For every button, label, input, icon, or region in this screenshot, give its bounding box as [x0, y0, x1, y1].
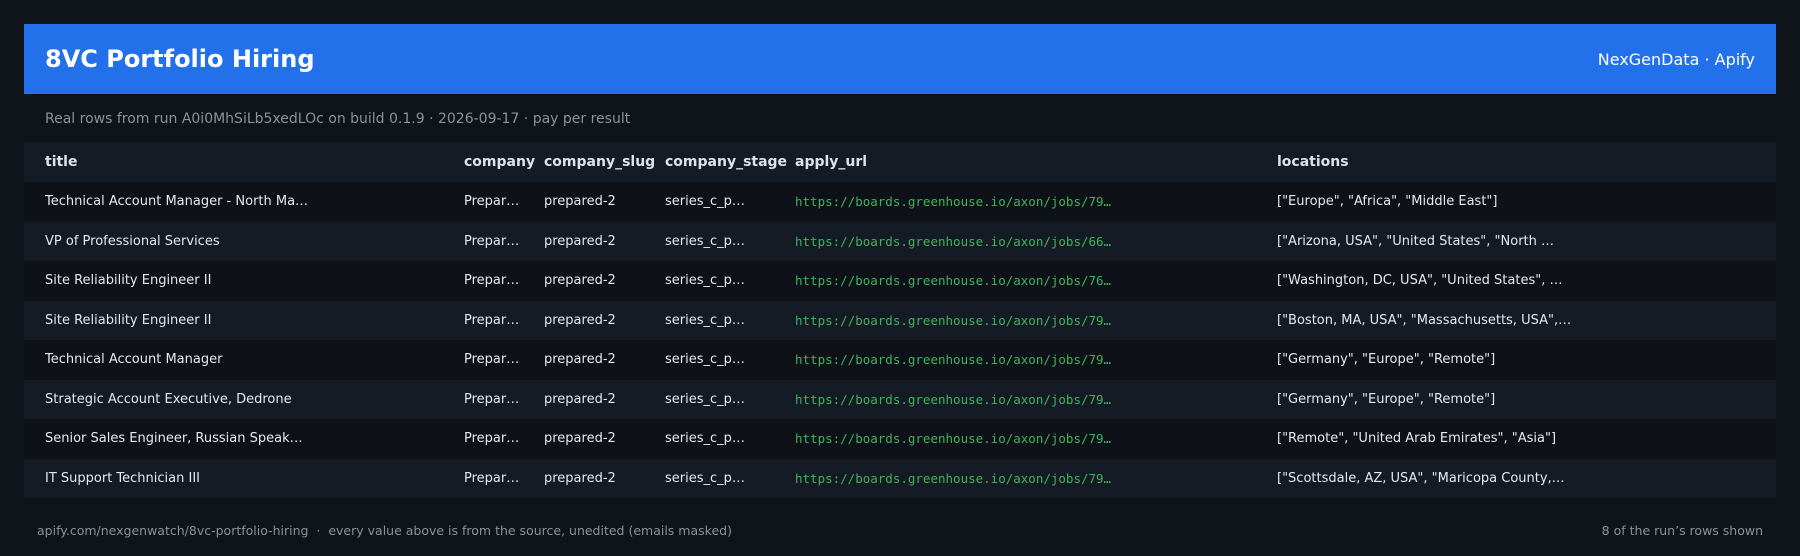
column-header-company-stage[interactable]: company_stage: [657, 142, 787, 182]
table-row: IT Support Technician III Prepar… prepared…: [24, 458, 1776, 498]
data-table: title company company_slug company_stage app…: [24, 142, 1776, 498]
cell-apply-url[interactable]: https://boards.greenhouse.io/axon/jobs/7…: [787, 458, 1269, 498]
cell-company-slug: prepared-2: [536, 340, 657, 380]
run-info: Real rows from run A0i0MhSiLb5xedLOc on …: [45, 111, 631, 127]
cell-apply-url[interactable]: https://boards.greenhouse.io/axon/jobs/7…: [787, 419, 1269, 459]
cell-apply-url[interactable]: https://boards.greenhouse.io/axon/jobs/7…: [787, 379, 1269, 419]
cell-apply-url[interactable]: https://boards.greenhouse.io/axon/jobs/7…: [787, 182, 1269, 222]
brand-label: NexGenData · Apify: [1597, 49, 1755, 69]
header-bar: 8VC Portfolio Hiring NexGenData · Apify: [24, 24, 1776, 94]
table-row: VP of Professional Services Prepar… prepar…: [24, 221, 1776, 261]
table-body: Technical Account Manager - North Ma… Pre…: [24, 182, 1776, 498]
cell-company-stage: series_c_p…: [657, 221, 787, 261]
cell-apply-url[interactable]: https://boards.greenhouse.io/axon/jobs/6…: [787, 221, 1269, 261]
cell-company-stage: series_c_p…: [657, 261, 787, 301]
cell-title: Technical Account Manager: [24, 340, 456, 380]
cell-title: Technical Account Manager - North Ma…: [24, 182, 456, 222]
cell-title: Site Reliability Engineer II: [24, 261, 456, 301]
cell-locations: ["Europe", "Africa", "Middle East"]: [1269, 182, 1776, 222]
cell-locations: ["Remote", "United Arab Emirates", "Asia…: [1269, 419, 1776, 459]
data-table-container: title company company_slug company_stage app…: [24, 142, 1776, 498]
cell-company: Prepar…: [456, 419, 536, 459]
footer: apify.com/nexgenwatch/8vc-portfolio-hiri…: [24, 498, 1776, 538]
column-header-locations[interactable]: locations: [1269, 142, 1776, 182]
source-note: apify.com/nexgenwatch/8vc-portfolio-hiri…: [37, 523, 732, 538]
cell-company: Prepar…: [456, 340, 536, 380]
cell-company: Prepar…: [456, 379, 536, 419]
cell-title: Senior Sales Engineer, Russian Speak…: [24, 419, 456, 459]
cell-locations: ["Boston, MA, USA", "Massachusetts, USA"…: [1269, 300, 1776, 340]
cell-company: Prepar…: [456, 300, 536, 340]
column-header-company[interactable]: company: [456, 142, 536, 182]
cell-company-stage: series_c_p…: [657, 379, 787, 419]
cell-title: VP of Professional Services: [24, 221, 456, 261]
table-header-row: title company company_slug company_stage app…: [24, 142, 1776, 182]
page-title: 8VC Portfolio Hiring: [45, 45, 315, 73]
table-row: Technical Account Manager - North Ma… Pre…: [24, 182, 1776, 222]
cell-company-slug: prepared-2: [536, 221, 657, 261]
cell-company: Prepar…: [456, 221, 536, 261]
cell-company-stage: series_c_p…: [657, 340, 787, 380]
cell-locations: ["Arizona, USA", "United States", "North…: [1269, 221, 1776, 261]
cell-company-stage: series_c_p…: [657, 182, 787, 222]
table-row: Senior Sales Engineer, Russian Speak… Pre…: [24, 419, 1776, 459]
cell-company-stage: series_c_p…: [657, 419, 787, 459]
cell-company-slug: prepared-2: [536, 379, 657, 419]
cell-company: Prepar…: [456, 458, 536, 498]
page-frame: 8VC Portfolio Hiring NexGenData · Apify …: [24, 24, 1776, 538]
table-row: Site Reliability Engineer II Prepar… prepa…: [24, 261, 1776, 301]
cell-locations: ["Germany", "Europe", "Remote"]: [1269, 379, 1776, 419]
cell-company-slug: prepared-2: [536, 458, 657, 498]
cell-company-stage: series_c_p…: [657, 458, 787, 498]
column-header-company-slug[interactable]: company_slug: [536, 142, 657, 182]
rows-shown-count: 8 of the run’s rows shown: [1601, 523, 1763, 538]
column-header-apply-url[interactable]: apply_url: [787, 142, 1269, 182]
cell-company-slug: prepared-2: [536, 182, 657, 222]
table-row: Site Reliability Engineer II Prepar… prepa…: [24, 300, 1776, 340]
column-header-title[interactable]: title: [24, 142, 456, 182]
cell-apply-url[interactable]: https://boards.greenhouse.io/axon/jobs/7…: [787, 340, 1269, 380]
cell-company-slug: prepared-2: [536, 419, 657, 459]
cell-apply-url[interactable]: https://boards.greenhouse.io/axon/jobs/7…: [787, 261, 1269, 301]
cell-company-slug: prepared-2: [536, 261, 657, 301]
cell-locations: ["Washington, DC, USA", "United States",…: [1269, 261, 1776, 301]
cell-company-stage: series_c_p…: [657, 300, 787, 340]
cell-company: Prepar…: [456, 261, 536, 301]
cell-title: Site Reliability Engineer II: [24, 300, 456, 340]
cell-title: IT Support Technician III: [24, 458, 456, 498]
cell-locations: ["Germany", "Europe", "Remote"]: [1269, 340, 1776, 380]
cell-company-slug: prepared-2: [536, 300, 657, 340]
cell-apply-url[interactable]: https://boards.greenhouse.io/axon/jobs/7…: [787, 300, 1269, 340]
table-row: Technical Account Manager Prepar… prepared…: [24, 340, 1776, 380]
cell-title: Strategic Account Executive, Dedrone: [24, 379, 456, 419]
cell-company: Prepar…: [456, 182, 536, 222]
table-row: Strategic Account Executive, Dedrone Prep…: [24, 379, 1776, 419]
cell-locations: ["Scottsdale, AZ, USA", "Maricopa County…: [1269, 458, 1776, 498]
